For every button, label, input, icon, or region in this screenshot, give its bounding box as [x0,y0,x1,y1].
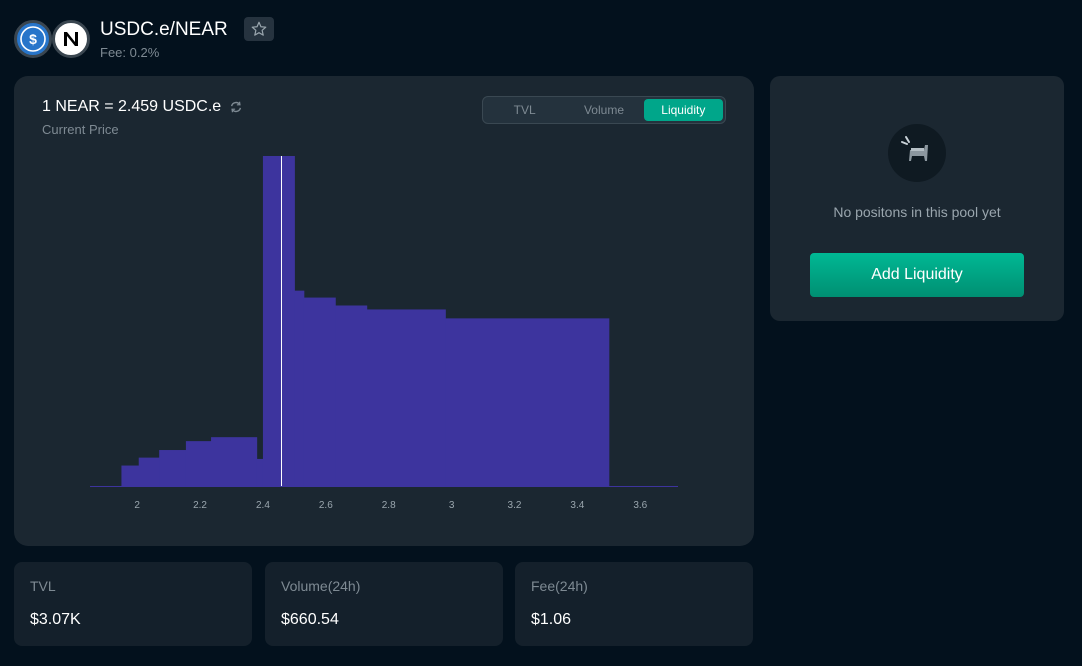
stat-fee: Fee(24h) $1.06 [515,562,753,646]
x-tick-label: 2.8 [382,500,396,511]
stat-tvl-value: $3.07K [30,611,81,628]
near-icon [52,20,90,58]
liquidity-bar [335,305,368,486]
x-tick-label: 2.6 [319,500,333,511]
x-tick-label: 3.6 [633,500,647,511]
liquidity-bar [121,465,140,486]
pool-header: $ USDC.e/NEAR Fee: 0.2% [14,18,228,62]
liquidity-chart: 2 2.2 2.4 2.6 2.8 3 3.2 3.4 3.6 [90,156,678,511]
liquidity-bar [445,318,610,486]
stat-volume: Volume(24h) $660.54 [265,562,503,646]
token-pair-icons: $ [14,18,94,62]
x-tick-label: 3 [449,500,455,511]
liquidity-bar [185,441,212,486]
x-tick-label: 3.2 [508,500,522,511]
liquidity-bar [303,297,336,486]
liquidity-bar [159,450,187,486]
x-tick-label: 2.2 [193,500,207,511]
x-tick-label: 2 [134,500,140,511]
pair-info: USDC.e/NEAR Fee: 0.2% [100,18,228,60]
usdc-icon: $ [14,20,52,58]
star-icon [251,21,267,36]
liquidity-bar [211,437,258,486]
liquidity-bar [294,290,305,486]
stat-fee-value: $1.06 [531,611,572,628]
liquidity-bar [262,156,295,486]
stat-tvl-label: TVL [30,578,56,594]
x-tick-label: 2.4 [256,500,270,511]
add-liquidity-button[interactable]: Add Liquidity [810,253,1024,297]
stat-volume-label: Volume(24h) [281,578,361,594]
liquidity-bar [256,458,264,486]
pair-title: USDC.e/NEAR [100,19,228,40]
stat-fee-label: Fee(24h) [531,578,588,594]
liquidity-bar [366,309,446,486]
stat-volume-value: $660.54 [281,611,339,628]
stat-tvl: TVL $3.07K [14,562,252,646]
no-positions-text: No positons in this pool yet [833,204,1001,220]
liquidity-bar [138,457,160,486]
your-positions-card: No positons in this pool yet Add Liquidi… [770,76,1064,321]
fee-rate: Fee: 0.2% [100,45,160,60]
empty-chair-icon [888,124,946,182]
favorite-button[interactable] [244,17,274,41]
x-tick-label: 3.4 [570,500,584,511]
svg-text:$: $ [29,31,37,47]
liquidity-chart-card: 1 NEAR = 2.459 USDC.e Current Price TVL … [14,76,754,546]
